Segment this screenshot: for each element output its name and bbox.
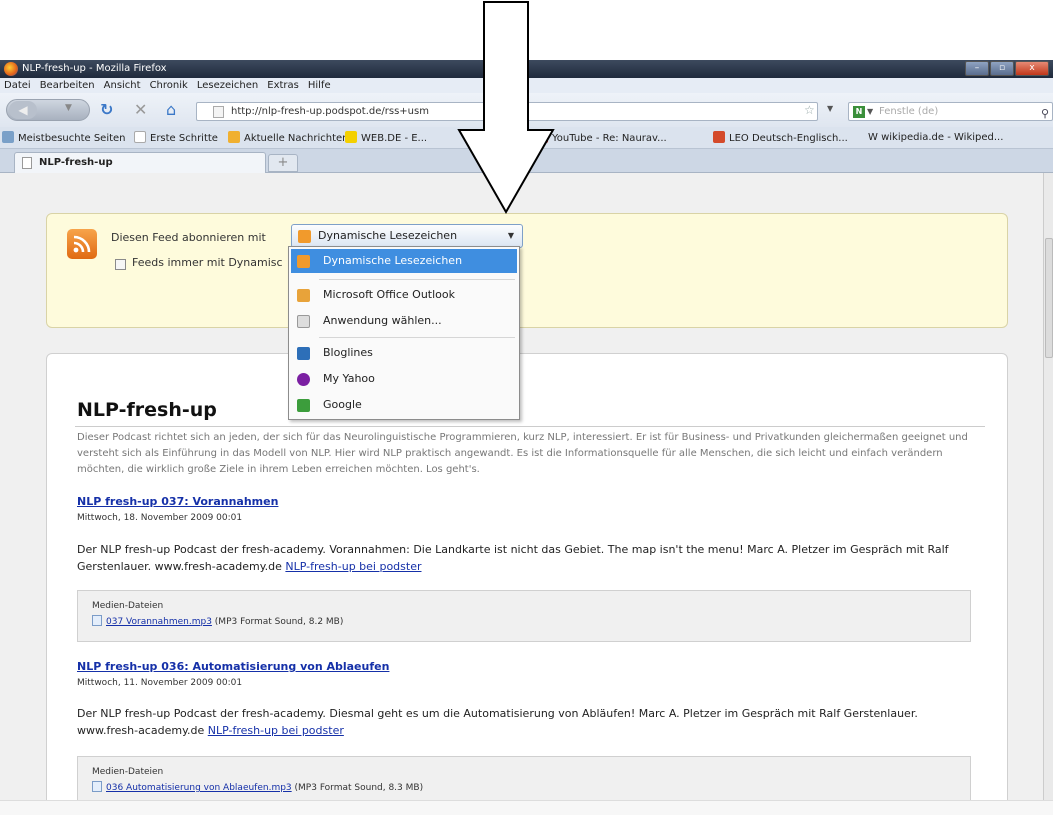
entry-text-036: Der NLP fresh-up Podcast der fresh-acade… — [77, 707, 918, 737]
rss-folder-icon — [228, 131, 240, 143]
menu-separator — [319, 337, 515, 338]
outlook-icon — [297, 289, 310, 302]
dropdown-item-google[interactable]: Google — [291, 393, 517, 417]
page-icon — [213, 106, 224, 118]
bookmark-wikipedia[interactable]: W wikipedia.de - Wikiped... — [868, 131, 1003, 145]
entry-date-036: Mittwoch, 11. November 2009 00:01 — [77, 678, 243, 688]
entry-text-037: Der NLP fresh-up Podcast der fresh-acade… — [77, 543, 949, 573]
menu-extras[interactable]: Extras — [267, 78, 299, 93]
feed-title: NLP-fresh-up — [77, 399, 217, 421]
bookmark-star-icon[interactable]: ☆ — [804, 103, 815, 117]
feed-reader-dropdown: Dynamische Lesezeichen Microsoft Office … — [288, 246, 520, 420]
title-divider — [75, 426, 985, 427]
search-engine-icon[interactable]: N — [853, 106, 865, 118]
feed-body: NLP-fresh-up Dieser Podcast richtet sich… — [46, 353, 1008, 808]
audio-file-icon — [92, 781, 102, 792]
status-bar — [0, 800, 1053, 815]
always-use-checkbox[interactable] — [115, 259, 126, 270]
podster-link-036[interactable]: NLP-fresh-up bei podster — [208, 724, 344, 737]
minimize-button[interactable]: – — [965, 61, 989, 76]
menu-datei[interactable]: Datei — [4, 78, 31, 93]
page-icon — [134, 131, 146, 143]
history-dropdown-icon[interactable]: ▼ — [65, 103, 72, 113]
always-use-label: Feeds immer mit Dynamisc — [132, 256, 283, 269]
media-file-036: 036 Automatisierung von Ablaeufen.mp3 (M… — [92, 781, 423, 793]
scrollbar-thumb[interactable] — [1045, 238, 1053, 358]
live-bookmark-icon — [298, 230, 311, 243]
search-engine-dropdown-icon[interactable]: ▼ — [867, 103, 873, 120]
close-button[interactable]: x — [1015, 61, 1049, 76]
url-dropdown-icon[interactable]: ▼ — [827, 104, 833, 113]
bookmark-meistbesuchte[interactable]: Meistbesuchte Seiten — [2, 131, 126, 146]
url-text: http://nlp-fresh-up.podspot.de/rss+usm — [231, 106, 429, 117]
media-label: Medien-Dateien — [92, 601, 164, 611]
entry-title-037[interactable]: NLP fresh-up 037: Vorannahmen — [77, 495, 278, 508]
dropdown-item-my-yahoo[interactable]: My Yahoo — [291, 367, 517, 391]
window-title: NLP-fresh-up - Mozilla Firefox — [22, 63, 167, 74]
menu-ansicht[interactable]: Ansicht — [104, 78, 141, 93]
bloglines-icon — [297, 347, 310, 360]
vertical-scrollbar[interactable] — [1043, 173, 1053, 808]
media-file-037: 037 Vorannahmen.mp3 (MP3 Format Sound, 8… — [92, 615, 343, 627]
screenshot-stage: NLP-fresh-up - Mozilla Firefox – ▫ x Dat… — [0, 0, 1053, 815]
dropdown-item-bloglines[interactable]: Bloglines — [291, 341, 517, 365]
search-go-icon[interactable]: ⚲ — [1041, 105, 1049, 122]
menu-lesezeichen[interactable]: Lesezeichen — [197, 78, 258, 93]
yahoo-icon — [297, 373, 310, 386]
google-icon — [297, 399, 310, 412]
search-bar[interactable]: N ▼ Fenstle (de) ⚲ — [848, 102, 1053, 121]
down-arrow-annotation — [457, 1, 555, 215]
bookmark-leo[interactable]: LEO Deutsch-Englisch... — [713, 131, 848, 146]
menu-separator — [319, 279, 515, 280]
bookmark-aktuelle-nachrichten[interactable]: Aktuelle Nachrichten — [228, 131, 349, 146]
firefox-icon — [4, 62, 18, 76]
new-tab-button[interactable]: + — [268, 154, 298, 172]
stop-button[interactable]: ✕ — [134, 100, 147, 120]
bookmark-web-de[interactable]: WEB.DE - E... — [345, 131, 427, 146]
dropdown-item-dynamische-lesezeichen[interactable]: Dynamische Lesezeichen — [291, 249, 517, 273]
reload-button[interactable]: ↻ — [100, 100, 113, 120]
mp3-link-036[interactable]: 036 Automatisierung von Ablaeufen.mp3 — [106, 783, 292, 793]
dropdown-item-outlook[interactable]: Microsoft Office Outlook — [291, 283, 517, 307]
feed-description: Dieser Podcast richtet sich an jeden, de… — [77, 432, 968, 475]
page-icon — [22, 157, 32, 169]
media-box-037: Medien-Dateien 037 Vorannahmen.mp3 (MP3 … — [77, 590, 971, 642]
menu-hilfe[interactable]: Hilfe — [308, 78, 331, 93]
subscribe-label: Diesen Feed abonnieren mit — [111, 231, 266, 244]
rss-icon — [67, 229, 97, 259]
web-de-icon — [345, 131, 357, 143]
podster-link-037[interactable]: NLP-fresh-up bei podster — [285, 560, 421, 573]
feed-subscribe-panel: Diesen Feed abonnieren mit Dynamische Le… — [46, 213, 1008, 328]
window-controls: – ▫ x — [965, 61, 1049, 77]
maximize-button[interactable]: ▫ — [990, 61, 1014, 76]
search-placeholder: Fenstle (de) — [879, 106, 939, 117]
leo-icon — [713, 131, 725, 143]
folder-icon — [2, 131, 14, 143]
live-bookmark-icon — [297, 255, 310, 268]
media-label: Medien-Dateien — [92, 767, 164, 777]
back-button[interactable]: ◀ — [9, 101, 37, 119]
audio-file-icon — [92, 615, 102, 626]
mp3-link-037[interactable]: 037 Vorannahmen.mp3 — [106, 617, 212, 627]
menu-chronik[interactable]: Chronik — [150, 78, 188, 93]
application-icon — [297, 315, 310, 328]
feed-reader-select[interactable]: Dynamische Lesezeichen ▼ — [291, 224, 523, 248]
entry-title-036[interactable]: NLP fresh-up 036: Automatisierung von Ab… — [77, 660, 389, 673]
bookmark-erste-schritte[interactable]: Erste Schritte — [134, 131, 218, 146]
tab-nlp-fresh-up[interactable]: NLP-fresh-up — [14, 152, 266, 173]
page-content: Diesen Feed abonnieren mit Dynamische Le… — [0, 173, 1053, 808]
home-button[interactable]: ⌂ — [166, 100, 176, 120]
tab-label: NLP-fresh-up — [39, 157, 113, 168]
selected-reader: Dynamische Lesezeichen — [318, 229, 458, 242]
dropdown-item-choose-app[interactable]: Anwendung wählen... — [291, 309, 517, 333]
menu-bearbeiten[interactable]: Bearbeiten — [40, 78, 95, 93]
back-forward-group: ◀ ▼ — [6, 99, 90, 121]
chevron-down-icon: ▼ — [507, 231, 514, 240]
entry-date-037: Mittwoch, 18. November 2009 00:01 — [77, 513, 243, 523]
